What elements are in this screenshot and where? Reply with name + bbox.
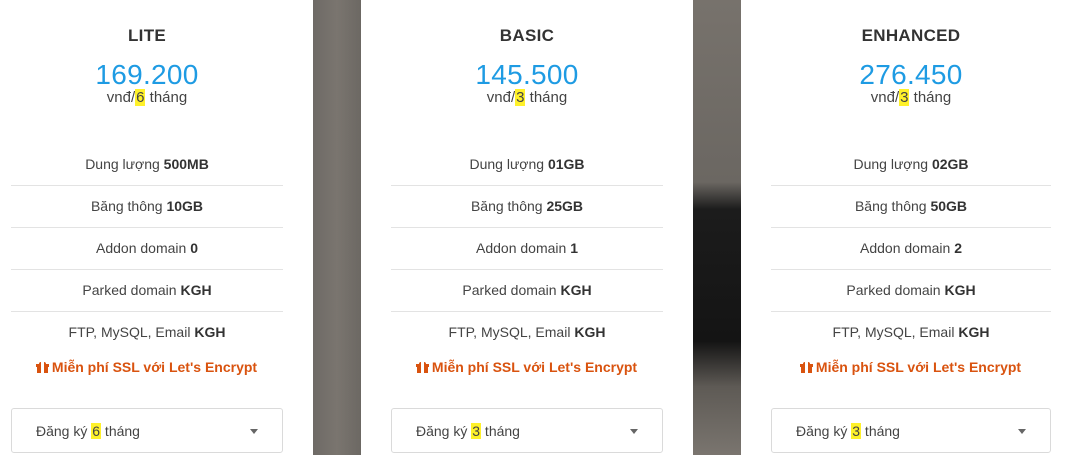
caret-down-icon[interactable] — [1018, 429, 1026, 434]
ssl-promo-text: Miễn phí SSL với Let's Encrypt — [51, 359, 258, 375]
plan-content: LITE 169.200 vnđ/6 tháng Dung lượng 500M… — [11, 0, 283, 375]
plan-content: BASIC 145.500 vnđ/3 tháng Dung lượng 01G… — [391, 0, 663, 375]
subscription-period-select[interactable]: Đăng ký 6 tháng — [11, 408, 283, 453]
subscription-period-select[interactable]: Đăng ký 3 tháng — [391, 408, 663, 453]
plan-name: BASIC — [499, 26, 555, 45]
select-months-highlight: 6 — [91, 423, 102, 439]
plan-name: ENHANCED — [861, 26, 961, 45]
ssl-promo: Miễn phí SSL với Let's Encrypt — [11, 359, 283, 375]
gift-icon — [799, 362, 813, 373]
feature-label: Addon domain — [96, 240, 191, 256]
period-suffix: tháng — [525, 89, 568, 106]
feature-row: Parked domain KGH — [391, 270, 663, 312]
period-months-highlight: 6 — [135, 89, 146, 106]
feature-row: Băng thông 10GB — [11, 186, 283, 228]
feature-value: 25GB — [546, 198, 584, 214]
feature-label: Addon domain — [860, 240, 955, 256]
period-suffix: tháng — [909, 89, 952, 106]
feature-row: Parked domain KGH — [11, 270, 283, 312]
feature-value: 1 — [570, 240, 578, 256]
feature-value: KGH — [194, 324, 226, 340]
select-prefix: Đăng ký — [416, 423, 472, 439]
feature-value: 02GB — [931, 156, 969, 172]
feature-row: Addon domain 2 — [771, 228, 1051, 270]
plan-period: vnđ/3 tháng — [771, 88, 1051, 108]
feature-row: Dung lượng 02GB — [771, 144, 1051, 186]
feature-row: Dung lượng 01GB — [391, 144, 663, 186]
feature-value: 2 — [954, 240, 962, 256]
feature-row: Băng thông 50GB — [771, 186, 1051, 228]
feature-label: Băng thông — [470, 198, 547, 214]
feature-row: FTP, MySQL, Email KGH — [391, 312, 663, 353]
feature-label: Băng thông — [854, 198, 931, 214]
select-prefix: Đăng ký — [36, 423, 92, 439]
feature-label: Parked domain — [846, 282, 945, 298]
gift-icon — [35, 362, 49, 373]
feature-value: KGH — [560, 282, 592, 298]
caret-down-icon[interactable] — [250, 429, 258, 434]
feature-value: 01GB — [547, 156, 585, 172]
feature-list: Dung lượng 01GB Băng thông 25GB Addon doma… — [391, 144, 663, 353]
feature-label: Dung lượng — [469, 156, 548, 172]
ssl-promo: Miễn phí SSL với Let's Encrypt — [391, 359, 663, 375]
subscription-period-select[interactable]: Đăng ký 3 tháng — [771, 408, 1051, 453]
feature-row: FTP, MySQL, Email KGH — [771, 312, 1051, 353]
plan-name: LITE — [127, 26, 167, 45]
background-strip-right — [693, 0, 741, 455]
select-months-highlight: 3 — [471, 423, 482, 439]
feature-label: Parked domain — [82, 282, 181, 298]
feature-value: KGH — [180, 282, 212, 298]
feature-label: Dung lượng — [85, 156, 164, 172]
caret-down-icon[interactable] — [630, 429, 638, 434]
period-months-highlight: 3 — [515, 89, 526, 106]
feature-value: KGH — [958, 324, 990, 340]
feature-row: Addon domain 0 — [11, 228, 283, 270]
select-suffix: tháng — [481, 423, 520, 439]
plan-price: 145.500 — [475, 59, 579, 90]
feature-list: Dung lượng 500MB Băng thông 10GB Addon dom… — [11, 144, 283, 353]
ssl-promo-text: Miễn phí SSL với Let's Encrypt — [815, 359, 1022, 375]
plan-content: ENHANCED 276.450 vnđ/3 tháng Dung lượng … — [771, 0, 1051, 375]
plan-card-enhanced: ENHANCED 276.450 vnđ/3 tháng Dung lượng … — [741, 0, 1071, 455]
feature-row: Addon domain 1 — [391, 228, 663, 270]
gift-icon — [415, 362, 429, 373]
period-months-highlight: 3 — [899, 89, 910, 106]
period-prefix: vnđ/ — [486, 89, 516, 106]
feature-value: 500MB — [163, 156, 209, 172]
feature-label: FTP, MySQL, Email — [832, 324, 959, 340]
select-months-highlight: 3 — [851, 423, 862, 439]
select-suffix: tháng — [101, 423, 140, 439]
feature-value: KGH — [944, 282, 976, 298]
ssl-promo-text: Miễn phí SSL với Let's Encrypt — [431, 359, 638, 375]
plan-price: 276.450 — [859, 59, 963, 90]
feature-value: 50GB — [930, 198, 968, 214]
feature-label: Addon domain — [476, 240, 571, 256]
feature-value: 10GB — [166, 198, 204, 214]
feature-row: Băng thông 25GB — [391, 186, 663, 228]
feature-row: Parked domain KGH — [771, 270, 1051, 312]
feature-list: Dung lượng 02GB Băng thông 50GB Addon doma… — [771, 144, 1051, 353]
feature-label: Dung lượng — [853, 156, 932, 172]
feature-label: Băng thông — [90, 198, 167, 214]
plan-period: vnđ/6 tháng — [11, 88, 283, 108]
select-prefix: Đăng ký — [796, 423, 852, 439]
period-suffix: tháng — [145, 89, 188, 106]
feature-value: KGH — [574, 324, 606, 340]
feature-label: Parked domain — [462, 282, 561, 298]
select-suffix: tháng — [861, 423, 900, 439]
feature-value: 0 — [190, 240, 198, 256]
feature-label: FTP, MySQL, Email — [448, 324, 575, 340]
feature-label: FTP, MySQL, Email — [68, 324, 195, 340]
feature-row: FTP, MySQL, Email KGH — [11, 312, 283, 353]
plan-card-lite: LITE 169.200 vnđ/6 tháng Dung lượng 500M… — [0, 0, 313, 455]
ssl-promo: Miễn phí SSL với Let's Encrypt — [771, 359, 1051, 375]
period-prefix: vnđ/ — [106, 89, 136, 106]
background-strip-left — [313, 0, 361, 455]
period-prefix: vnđ/ — [870, 89, 900, 106]
plan-card-basic: BASIC 145.500 vnđ/3 tháng Dung lượng 01G… — [361, 0, 693, 455]
plan-price: 169.200 — [95, 59, 199, 90]
plan-period: vnđ/3 tháng — [391, 88, 663, 108]
feature-row: Dung lượng 500MB — [11, 144, 283, 186]
